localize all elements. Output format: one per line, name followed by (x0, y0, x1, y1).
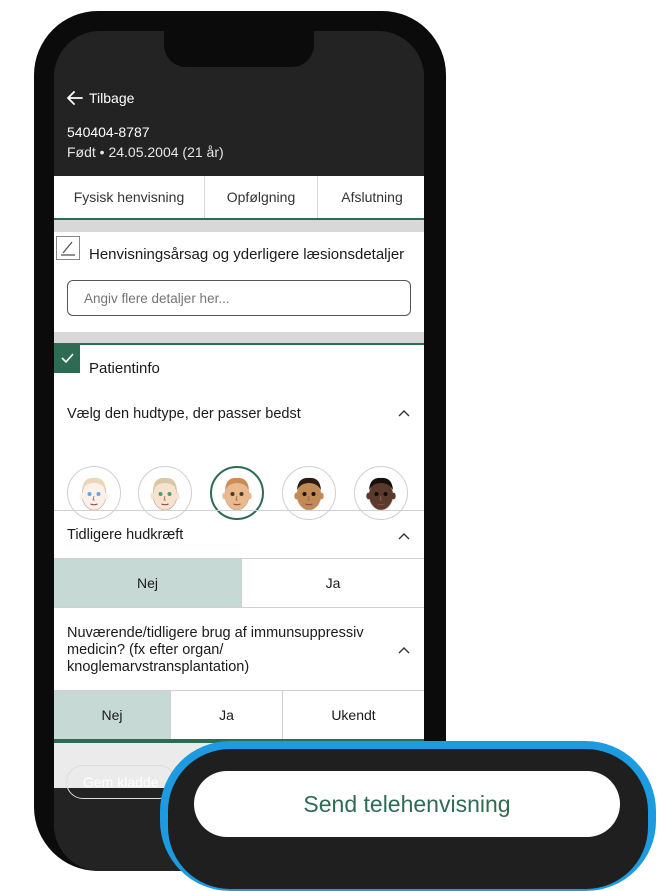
immuno-option-no[interactable]: Nej (54, 691, 171, 739)
patient-info-title: Patientinfo (89, 360, 160, 377)
immuno-option-unknown[interactable]: Ukendt (283, 691, 424, 739)
tab-followup[interactable]: Opfølgning (205, 176, 318, 218)
edit-icon (56, 236, 80, 260)
immunosuppressive-question: Nuværende/tidligere brug af immunsuppres… (67, 625, 364, 675)
section-divider (54, 332, 424, 343)
arrow-left-icon (67, 91, 83, 105)
skin-cancer-question: Tidligere hudkræft (67, 527, 184, 543)
details-input[interactable] (67, 280, 411, 316)
skin-type-question: Vælg den hudtype, der passer bedst (67, 406, 301, 422)
referral-title: Henvisningsårsag og yderligere læsionsde… (89, 246, 405, 263)
skin-cancer-row: Tidligere hudkræft (54, 510, 424, 559)
send-referral-button[interactable]: Send telehenvisning (194, 771, 620, 837)
referral-section: Henvisningsårsag og yderligere læsionsde… (54, 232, 424, 332)
patient-birthdate: Født • 24.05.2004 (21 år) (67, 144, 224, 160)
chevron-up-icon[interactable] (398, 532, 410, 540)
section-divider (54, 220, 424, 232)
back-label: Tilbage (89, 90, 135, 106)
checkmark-icon (54, 345, 80, 373)
tab-bar: Fysisk henvisning Opfølgning Afslutning (54, 176, 424, 220)
chevron-up-icon[interactable] (398, 409, 410, 417)
phone-notch (164, 31, 314, 67)
skin-cancer-option-yes[interactable]: Ja (242, 559, 424, 607)
skin-cancer-options: Nej Ja (54, 558, 424, 608)
save-draft-button[interactable]: Gem kladde (66, 765, 176, 799)
immunosuppressive-row: Nuværende/tidligere brug af immunsuppres… (54, 607, 424, 690)
back-button[interactable]: Tilbage (67, 90, 134, 106)
tab-physical-referral[interactable]: Fysisk henvisning (54, 176, 205, 218)
immuno-option-yes[interactable]: Ja (171, 691, 283, 739)
immunosuppressive-options: Nej Ja Ukendt (54, 690, 424, 740)
chevron-up-icon[interactable] (398, 646, 410, 654)
tab-closing[interactable]: Afslutning (318, 176, 424, 218)
patient-cpr: 540404-8787 (67, 124, 150, 140)
skin-cancer-option-no[interactable]: Nej (54, 559, 242, 607)
